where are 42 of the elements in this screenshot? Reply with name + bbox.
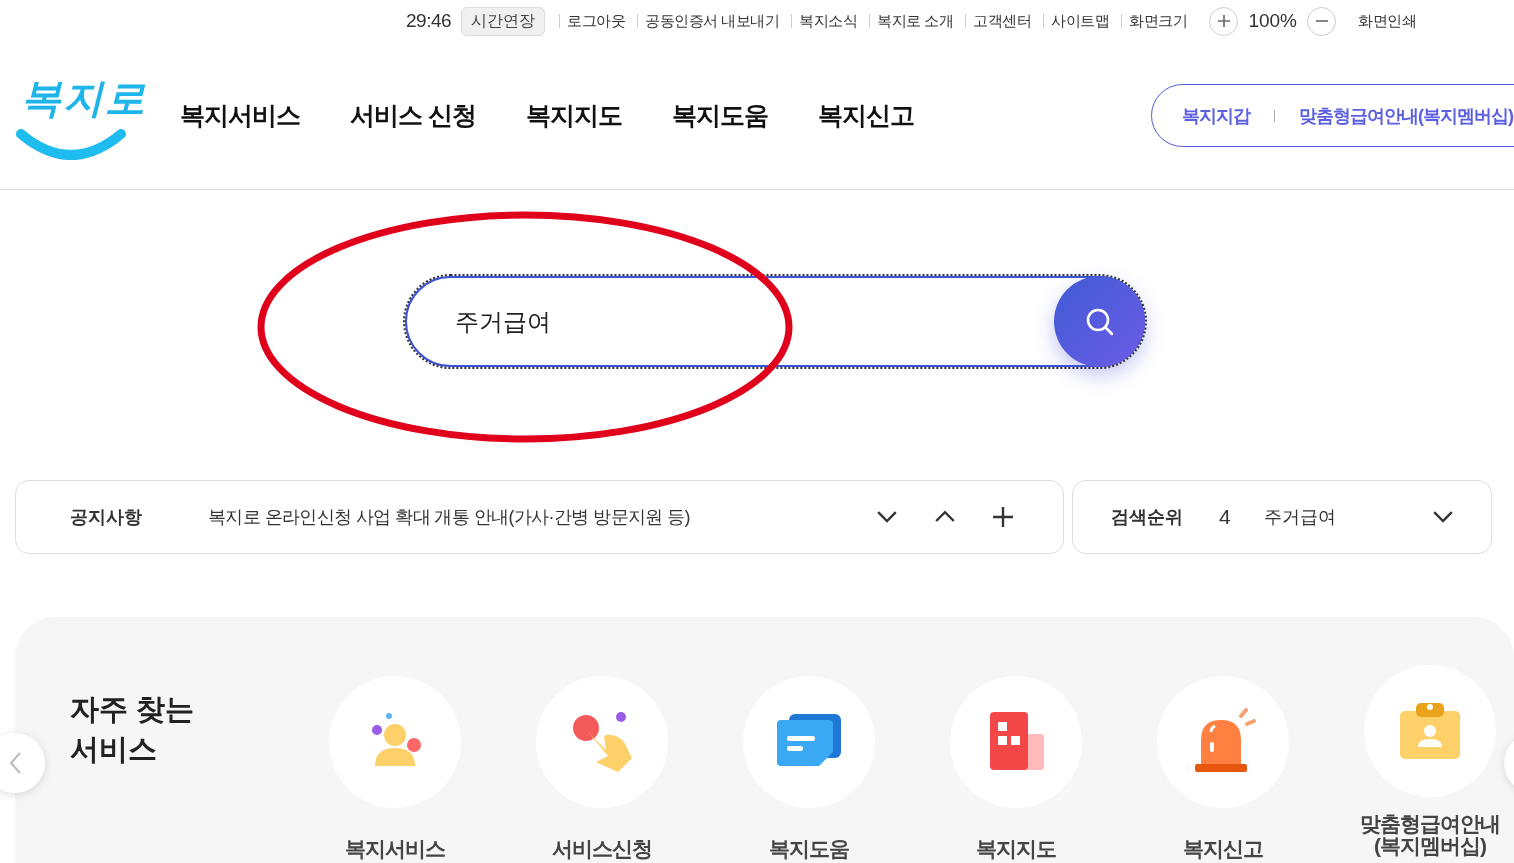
notice-text[interactable]: 복지로 온라인신청 사업 확대 개통 안내(가사·간병 방문지원 등) [208, 505, 873, 529]
ranking-keyword[interactable]: 주거급여 [1264, 505, 1429, 529]
search-input[interactable]: 주거급여 [407, 306, 1054, 337]
nav-item[interactable]: 서비스 신청 [350, 99, 476, 132]
service-label: 복지도움 [768, 836, 850, 862]
service-label: 복지서비스 [344, 836, 446, 862]
plus-icon [1216, 14, 1231, 28]
nav-item[interactable]: 복지신고 [817, 99, 914, 132]
top-link[interactable]: 공동인증서 내보내기 [637, 14, 792, 28]
top-link[interactable]: 복지소식 [791, 14, 870, 28]
top-link[interactable]: 로그아웃 [559, 14, 638, 28]
top-link[interactable]: 복지로 소개 [869, 14, 966, 28]
zoom-out-button[interactable] [1307, 6, 1336, 36]
chevron-down-icon [876, 510, 898, 524]
zoom-level: 100% [1248, 10, 1297, 32]
chevron-left-icon [8, 751, 22, 775]
print-link[interactable]: 화면인쇄 [1346, 14, 1428, 28]
search-icon [1084, 306, 1115, 337]
ranking-label: 검색순위 [1111, 506, 1184, 529]
chevron-up-icon [934, 510, 956, 524]
extend-time-button[interactable]: 시간연장 [461, 6, 546, 36]
top-link[interactable]: 화면크기 [1121, 14, 1200, 28]
service-label: 복지지도 [975, 836, 1057, 862]
search-button[interactable] [1054, 276, 1145, 367]
top-link[interactable]: 고객센터 [965, 14, 1044, 28]
section-title: 자주 찾는 서비스 [70, 692, 196, 767]
service-label: 복지신고 [1182, 836, 1264, 862]
notice-label: 공지사항 [70, 506, 143, 529]
nav-item[interactable]: 복지도움 [671, 99, 768, 132]
service-label: 맞춤형급여안내(복지멤버십) [1359, 813, 1501, 857]
nav-item[interactable]: 복지서비스 [180, 99, 300, 132]
quick-link[interactable]: 맞춤형급여안내(복지멤버십) [1299, 103, 1513, 128]
session-timer: 29:46 [406, 10, 452, 32]
service-label: 서비스신청 [551, 836, 653, 862]
plus-icon [992, 506, 1014, 528]
zoom-in-button[interactable] [1209, 6, 1239, 36]
quick-link[interactable]: 복지지갑 [1182, 103, 1250, 128]
chevron-down-icon [1432, 510, 1454, 524]
top-link[interactable]: 사이트맵 [1043, 14, 1122, 28]
nav-item[interactable]: 복지지도 [525, 99, 622, 132]
rank-number: 4 [1219, 505, 1232, 529]
search-field[interactable]: 주거급여 [405, 276, 1145, 367]
